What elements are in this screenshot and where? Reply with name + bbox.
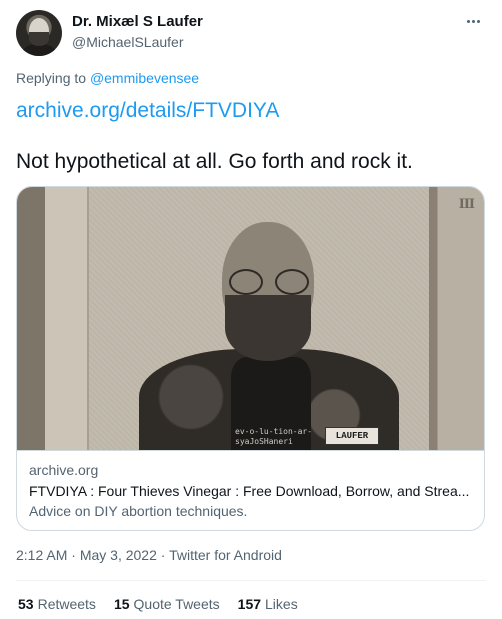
replying-to-line: Replying to @emmibevensee — [16, 70, 199, 86]
image-shirt-text: ev-o-lu-tion-ar- syaJoSHaneri — [235, 427, 313, 446]
tweet-date[interactable]: May 3, 2022 — [80, 547, 157, 563]
quote-tweets-label: Quote Tweets — [133, 596, 220, 612]
retweets-label: Retweets — [37, 596, 96, 612]
card-title: FTVDIYA : Four Thieves Vinegar : Free Do… — [29, 483, 470, 499]
card-domain: archive.org — [29, 462, 99, 478]
engagement-stats: 53 Retweets 15 Quote Tweets 157 Likes — [18, 596, 298, 612]
retweets-stat[interactable]: 53 Retweets — [18, 596, 96, 612]
meta-separator: · — [156, 547, 170, 563]
link-preview-card[interactable]: ev-o-lu-tion-ar- syaJoSHaneri LAUFER III… — [16, 186, 485, 531]
image-name-patch: LAUFER — [325, 427, 379, 445]
tweet-time[interactable]: 2:12 AM — [16, 547, 67, 563]
likes-stat[interactable]: 157 Likes — [238, 596, 298, 612]
image-glasses-shape — [229, 269, 309, 295]
quote-tweets-stat[interactable]: 15 Quote Tweets — [114, 596, 220, 612]
author-display-name[interactable]: Dr. Mixæl S Laufer — [72, 13, 203, 30]
replying-to-label: Replying to — [16, 70, 87, 86]
quote-tweets-count: 15 — [113, 596, 130, 612]
retweets-count: 53 — [18, 596, 34, 612]
tweet-timestamp: 2:12 AM · May 3, 2022 · Twitter for Andr… — [16, 547, 282, 563]
meta-separator: · — [67, 547, 80, 563]
card-description: Advice on DIY abortion techniques. — [29, 503, 248, 519]
author-avatar[interactable] — [16, 10, 62, 56]
tweet-link[interactable]: archive.org/details/FTVDIYA — [16, 99, 279, 123]
more-options-icon[interactable] — [462, 12, 484, 30]
image-beard-shape — [225, 295, 311, 361]
replying-to-mention[interactable]: @emmibevensee — [90, 70, 199, 86]
stats-divider — [16, 580, 486, 581]
tweet-source[interactable]: Twitter for Android — [169, 547, 282, 563]
avatar-beard-shape — [29, 32, 49, 46]
author-handle[interactable]: @MichaelSLaufer — [72, 34, 184, 50]
likes-label: Likes — [265, 596, 298, 612]
likes-count: 157 — [237, 596, 262, 612]
tweet-text: Not hypothetical at all. Go forth and ro… — [16, 150, 413, 173]
link-preview-image[interactable]: ev-o-lu-tion-ar- syaJoSHaneri LAUFER III — [17, 187, 484, 450]
link-preview-info[interactable]: archive.org FTVDIYA : Four Thieves Vineg… — [17, 450, 484, 530]
image-overlay-mark: III — [458, 197, 475, 212]
